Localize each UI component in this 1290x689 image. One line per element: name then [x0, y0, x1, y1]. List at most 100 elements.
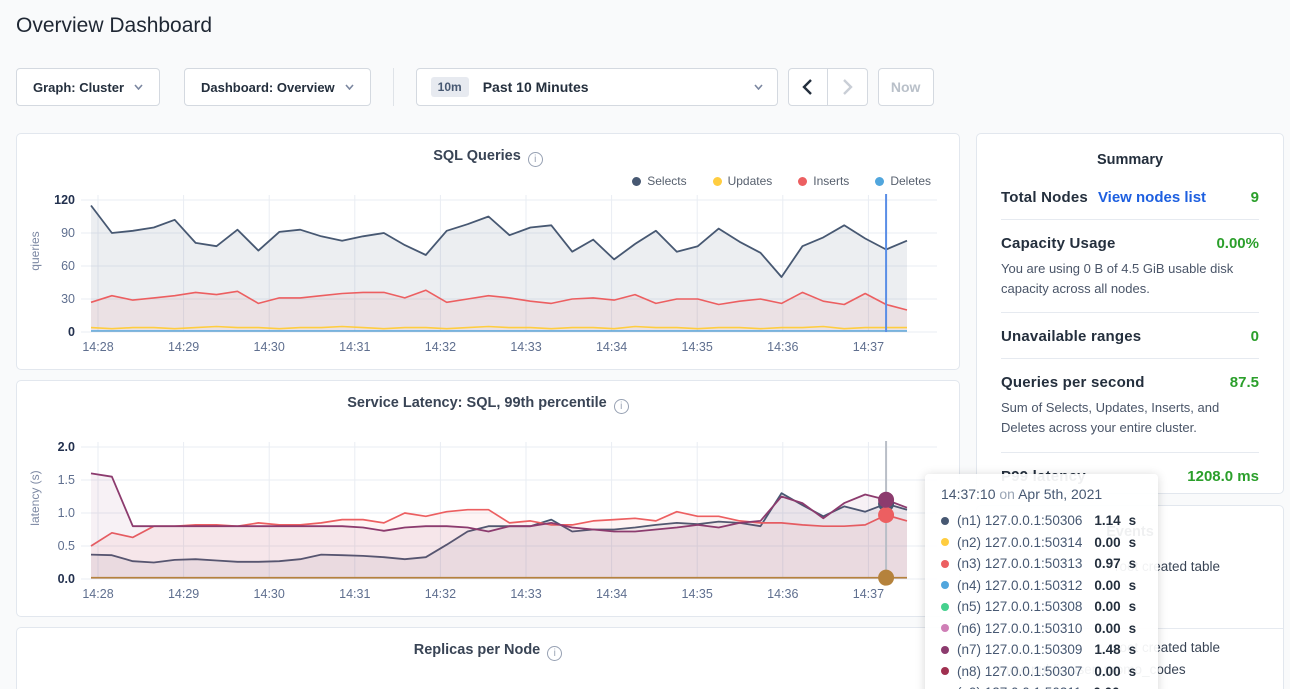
capacity-desc: You are using 0 B of 4.5 GiB usable disk…: [1001, 259, 1259, 299]
qps-desc: Sum of Selects, Updates, Inserts, and De…: [1001, 398, 1259, 438]
svg-text:14:29: 14:29: [168, 587, 199, 601]
tooltip-node-row: (n7) 127.0.0.1:503091.48s: [941, 639, 1142, 661]
svg-text:14:35: 14:35: [682, 340, 713, 354]
tooltip-timestamp: 14:37:10 on Apr 5th, 2021: [941, 486, 1142, 502]
time-range-dropdown[interactable]: 10m Past 10 Minutes: [416, 68, 778, 106]
node-latency-value: 1.48: [1094, 639, 1120, 661]
svg-text:14:37: 14:37: [853, 340, 884, 354]
node-color-dot: [941, 624, 949, 632]
info-icon[interactable]: i: [528, 152, 543, 167]
svg-text:0: 0: [68, 325, 75, 339]
now-button[interactable]: Now: [878, 68, 934, 106]
node-address: (n4) 127.0.0.1:50312: [957, 575, 1082, 597]
legend-item-deletes[interactable]: Deletes: [875, 174, 931, 188]
node-color-dot: [941, 646, 949, 654]
dashboard-dropdown-label: Dashboard: Overview: [201, 80, 335, 95]
svg-text:14:28: 14:28: [82, 587, 113, 601]
time-next-button[interactable]: [828, 68, 868, 106]
summary-row-unavailable: Unavailable ranges 0: [1001, 312, 1259, 358]
node-latency-value: 0.97: [1094, 553, 1120, 575]
node-color-dot: [941, 560, 949, 568]
node-latency-value: 0.00: [1094, 661, 1120, 683]
svg-text:30: 30: [61, 292, 75, 306]
svg-text:14:33: 14:33: [510, 587, 541, 601]
sql-queries-card: SQL Queriesi Selects Updates Inserts Delete…: [16, 133, 960, 370]
svg-text:14:36: 14:36: [767, 587, 798, 601]
legend-item-inserts[interactable]: Inserts: [798, 174, 849, 188]
svg-text:14:30: 14:30: [254, 340, 285, 354]
svg-text:1.0: 1.0: [58, 506, 75, 520]
svg-text:120: 120: [54, 193, 75, 207]
info-icon[interactable]: i: [547, 646, 562, 661]
dashboard-dropdown[interactable]: Dashboard: Overview: [184, 68, 371, 106]
latency-card: Service Latency: SQL, 99th percentilei l…: [16, 380, 960, 617]
tooltip-node-row: (n8) 127.0.0.1:503070.00s: [941, 661, 1142, 683]
svg-text:90: 90: [61, 226, 75, 240]
total-nodes-value: 9: [1251, 189, 1259, 206]
svg-text:14:32: 14:32: [425, 340, 456, 354]
svg-text:14:28: 14:28: [82, 340, 113, 354]
capacity-value: 0.00%: [1216, 235, 1259, 252]
node-address: (n7) 127.0.0.1:50309: [957, 639, 1082, 661]
sql-queries-title: SQL Queriesi: [17, 148, 959, 167]
svg-text:14:32: 14:32: [425, 587, 456, 601]
svg-text:60: 60: [61, 259, 75, 273]
graph-dropdown[interactable]: Graph: Cluster: [16, 68, 160, 106]
legend-item-selects[interactable]: Selects: [632, 174, 686, 188]
node-address: (n5) 127.0.0.1:50308: [957, 596, 1082, 618]
time-range-label: Past 10 Minutes: [483, 79, 589, 95]
qps-label: Queries per second: [1001, 374, 1145, 391]
legend-dot: [632, 177, 641, 186]
chevron-down-icon: [134, 84, 143, 90]
tooltip-node-row: (n5) 127.0.0.1:503080.00s: [941, 596, 1142, 618]
info-icon[interactable]: i: [614, 399, 629, 414]
p99-latency-value: 1208.0 ms: [1187, 468, 1259, 485]
latency-chart[interactable]: 14:2814:2914:3014:3114:3214:3314:3414:35…: [27, 437, 951, 605]
tooltip-node-row: (n4) 127.0.0.1:503120.00s: [941, 575, 1142, 597]
node-color-dot: [941, 517, 949, 525]
view-nodes-list-link[interactable]: View nodes list: [1098, 189, 1206, 206]
chevron-left-icon: [802, 79, 813, 95]
legend-dot: [875, 177, 884, 186]
node-color-dot: [941, 538, 949, 546]
svg-text:14:34: 14:34: [596, 587, 627, 601]
tooltip-node-row: (n3) 127.0.0.1:503130.97s: [941, 553, 1142, 575]
svg-text:14:35: 14:35: [682, 587, 713, 601]
node-color-dot: [941, 667, 949, 675]
svg-text:14:36: 14:36: [767, 340, 798, 354]
node-address: (n2) 127.0.0.1:50314: [957, 532, 1082, 554]
node-latency-value: 1.14: [1094, 510, 1120, 532]
page-title: Overview Dashboard: [16, 14, 212, 38]
tooltip-node-row: (n9) 127.0.0.1:503110.00s: [941, 682, 1142, 689]
svg-text:1.5: 1.5: [58, 473, 75, 487]
svg-text:0.5: 0.5: [58, 539, 75, 553]
total-nodes-label: Total Nodes: [1001, 189, 1088, 206]
capacity-label: Capacity Usage: [1001, 235, 1116, 252]
tooltip-node-row: (n1) 127.0.0.1:503061.14s: [941, 510, 1142, 532]
toolbar-divider: [393, 68, 394, 106]
time-pager: [788, 68, 868, 106]
sql-queries-legend: Selects Updates Inserts Deletes: [632, 174, 931, 188]
legend-item-updates[interactable]: Updates: [713, 174, 773, 188]
chart-hover-tooltip: 14:37:10 on Apr 5th, 2021 (n1) 127.0.0.1…: [925, 474, 1158, 689]
summary-row-total-nodes: Total Nodes View nodes list 9: [1001, 174, 1259, 219]
time-prev-button[interactable]: [788, 68, 828, 106]
legend-dot: [713, 177, 722, 186]
chevron-down-icon: [754, 84, 763, 90]
node-address: (n9) 127.0.0.1:50311: [957, 682, 1081, 689]
unavailable-ranges-value: 0: [1251, 328, 1259, 345]
node-latency-value: 0.00: [1094, 532, 1120, 554]
replicas-card: Replicas per Nodei: [16, 627, 960, 689]
node-address: (n8) 127.0.0.1:50307: [957, 661, 1082, 683]
summary-row-qps: Queries per second 87.5 Sum of Selects, …: [1001, 358, 1259, 451]
node-color-dot: [941, 603, 949, 611]
toolbar: Graph: Cluster Dashboard: Overview 10m P…: [16, 68, 934, 106]
node-address: (n3) 127.0.0.1:50313: [957, 553, 1082, 575]
node-latency-value: 0.00: [1094, 575, 1120, 597]
svg-text:14:29: 14:29: [168, 340, 199, 354]
unavailable-ranges-label: Unavailable ranges: [1001, 328, 1141, 345]
svg-text:14:31: 14:31: [339, 340, 370, 354]
chevron-right-icon: [842, 79, 853, 95]
sql-queries-chart[interactable]: 14:2814:2914:3014:3114:3214:3314:3414:35…: [27, 190, 951, 358]
replicas-title: Replicas per Nodei: [17, 642, 959, 661]
